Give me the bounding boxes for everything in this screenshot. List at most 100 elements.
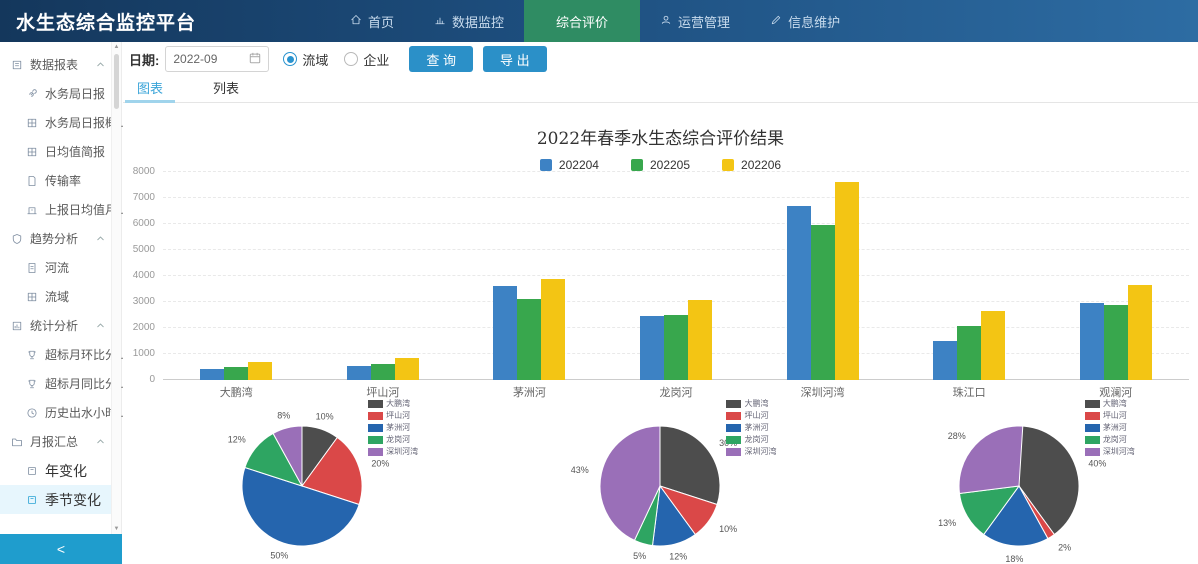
nav-item[interactable]: 运营管理 — [640, 0, 750, 42]
export-button[interactable]: 导 出 — [483, 46, 547, 72]
radio-option[interactable]: 企业 — [344, 50, 389, 69]
pie-legend-item[interactable]: 龙岗河 — [368, 434, 418, 445]
sidebar-item[interactable]: 历史出水小时.. — [0, 398, 111, 427]
sidebar-item-label: 流域 — [45, 288, 69, 305]
pie-legend-swatch — [726, 412, 741, 420]
bar — [981, 311, 1005, 380]
legend-item[interactable]: 202204 — [540, 158, 599, 172]
legend-item[interactable]: 202205 — [631, 158, 690, 172]
pie-legend-item[interactable]: 坪山河 — [368, 410, 418, 421]
date-value: 2022-09 — [173, 52, 217, 66]
scroll-up-icon[interactable]: ▲ — [112, 44, 121, 50]
sidebar-group[interactable]: 趋势分析 — [0, 224, 111, 253]
main-content: 日期: 2022-09 流域企业 查 询 导 出 图表 列表 2022年春季水生… — [123, 42, 1198, 564]
y-axis-tick: 5000 — [133, 244, 155, 255]
pie-chart: 30%10%12%5%43%大鹏湾坪山河茅洲河龙岗河深圳河湾 — [481, 394, 839, 564]
y-axis-tick: 1000 — [133, 348, 155, 359]
scrollbar-thumb[interactable] — [114, 54, 119, 109]
sidebar-group[interactable]: 数据报表 — [0, 50, 111, 79]
query-button[interactable]: 查 询 — [409, 46, 473, 72]
grid-icon — [26, 146, 38, 158]
scope-radio-group: 流域企业 — [283, 50, 389, 69]
sidebar-item-label: 传输率 — [45, 172, 81, 189]
pie-legend-item[interactable]: 龙岗河 — [726, 434, 776, 445]
bar-group — [1042, 172, 1189, 380]
sidebar-item[interactable]: 水务局日报 — [0, 79, 111, 108]
bar — [1104, 305, 1128, 380]
nav-item-label: 信息维护 — [788, 12, 840, 31]
y-axis-tick: 3000 — [133, 296, 155, 307]
legend-item[interactable]: 202206 — [722, 158, 781, 172]
chevron-up-icon[interactable] — [96, 437, 105, 446]
sidebar-item-label: 水务局日报 — [45, 85, 105, 102]
sidebar-item[interactable]: 超标月同比分.. — [0, 369, 111, 398]
sidebar-scrollbar[interactable]: ▲ ▼ — [111, 42, 121, 534]
pie-legend-item[interactable]: 龙岗河 — [1085, 434, 1135, 445]
pie-legend: 大鹏湾坪山河茅洲河龙岗河深圳河湾 — [1085, 398, 1135, 458]
sidebar-item[interactable]: 季节变化 — [0, 485, 111, 514]
sidebar-item[interactable]: 水务局日报概.. — [0, 108, 111, 137]
pie-legend-label: 坪山河 — [386, 410, 410, 421]
pie-legend-swatch — [1085, 424, 1100, 432]
pie-legend-label: 龙岗河 — [1103, 434, 1127, 445]
radio-option[interactable]: 流域 — [283, 50, 328, 69]
pie-legend-item[interactable]: 坪山河 — [1085, 410, 1135, 421]
sidebar-item[interactable]: 超标月环比分.. — [0, 340, 111, 369]
bar — [664, 315, 688, 380]
bar-groups — [163, 172, 1189, 380]
pie-legend-item[interactable]: 茅洲河 — [726, 422, 776, 433]
pie-legend-swatch — [726, 400, 741, 408]
sidebar-collapse-button[interactable]: < — [0, 534, 122, 564]
sidebar-item[interactable]: 年变化 — [0, 456, 111, 485]
pie-label: 10% — [720, 524, 738, 534]
radio-circle-icon — [344, 52, 358, 66]
y-axis-tick: 8000 — [133, 166, 155, 177]
calendar-icon[interactable] — [249, 52, 261, 67]
nav-item[interactable]: 首页 — [330, 0, 414, 42]
sidebar-item[interactable]: 河流 — [0, 253, 111, 282]
sidebar-item[interactable]: 流域 — [0, 282, 111, 311]
bar — [688, 300, 712, 380]
pie-legend-item[interactable]: 深圳河湾 — [368, 446, 418, 457]
chevron-up-icon[interactable] — [96, 60, 105, 69]
bar — [811, 225, 835, 380]
y-axis-tick: 2000 — [133, 322, 155, 333]
doc-icon — [26, 262, 38, 274]
sidebar-item[interactable]: 传输率 — [0, 166, 111, 195]
nav-item[interactable]: 综合评价 — [524, 0, 640, 42]
sidebar-group[interactable]: 月报汇总 — [0, 427, 111, 456]
pie-legend-item[interactable]: 深圳河湾 — [1085, 446, 1135, 457]
chart-title: 2022年春季水生态综合评价结果 — [123, 124, 1198, 149]
pie-legend-swatch — [726, 436, 741, 444]
chevron-up-icon[interactable] — [96, 321, 105, 330]
view-tabs: 图表 列表 — [123, 78, 1198, 103]
sidebar-item[interactable]: 日均值简报 — [0, 137, 111, 166]
sidebar-item[interactable]: 上报日均值月.. — [0, 195, 111, 224]
date-input[interactable]: 2022-09 — [165, 46, 269, 72]
nav-item[interactable]: 信息维护 — [750, 0, 860, 42]
nav-item-label: 首页 — [368, 12, 394, 31]
pie-legend: 大鹏湾坪山河茅洲河龙岗河深圳河湾 — [368, 398, 418, 458]
pie-legend-label: 龙岗河 — [744, 434, 768, 445]
bar — [640, 316, 664, 380]
pie-legend-label: 大鹏湾 — [1103, 398, 1127, 409]
pie-legend-item[interactable]: 茅洲河 — [1085, 422, 1135, 433]
pie-legend-item[interactable]: 深圳河湾 — [726, 446, 776, 457]
bar — [1080, 303, 1104, 380]
pie-legend-item[interactable]: 大鹏湾 — [726, 398, 776, 409]
tab-chart[interactable]: 图表 — [133, 78, 167, 102]
pie-legend-item[interactable]: 茅洲河 — [368, 422, 418, 433]
sidebar-group[interactable]: 统计分析 — [0, 311, 111, 340]
link-icon — [26, 88, 38, 100]
nav-item[interactable]: 数据监控 — [414, 0, 524, 42]
pie-legend-item[interactable]: 大鹏湾 — [1085, 398, 1135, 409]
bar — [787, 206, 811, 380]
pie-legend-item[interactable]: 大鹏湾 — [368, 398, 418, 409]
pie-legend-item[interactable]: 坪山河 — [726, 410, 776, 421]
bar — [957, 326, 981, 380]
scroll-down-icon[interactable]: ▼ — [112, 526, 121, 532]
square-icon — [26, 465, 38, 477]
tab-list[interactable]: 列表 — [209, 78, 243, 102]
chevron-up-icon[interactable] — [96, 234, 105, 243]
grid-icon — [26, 291, 38, 303]
